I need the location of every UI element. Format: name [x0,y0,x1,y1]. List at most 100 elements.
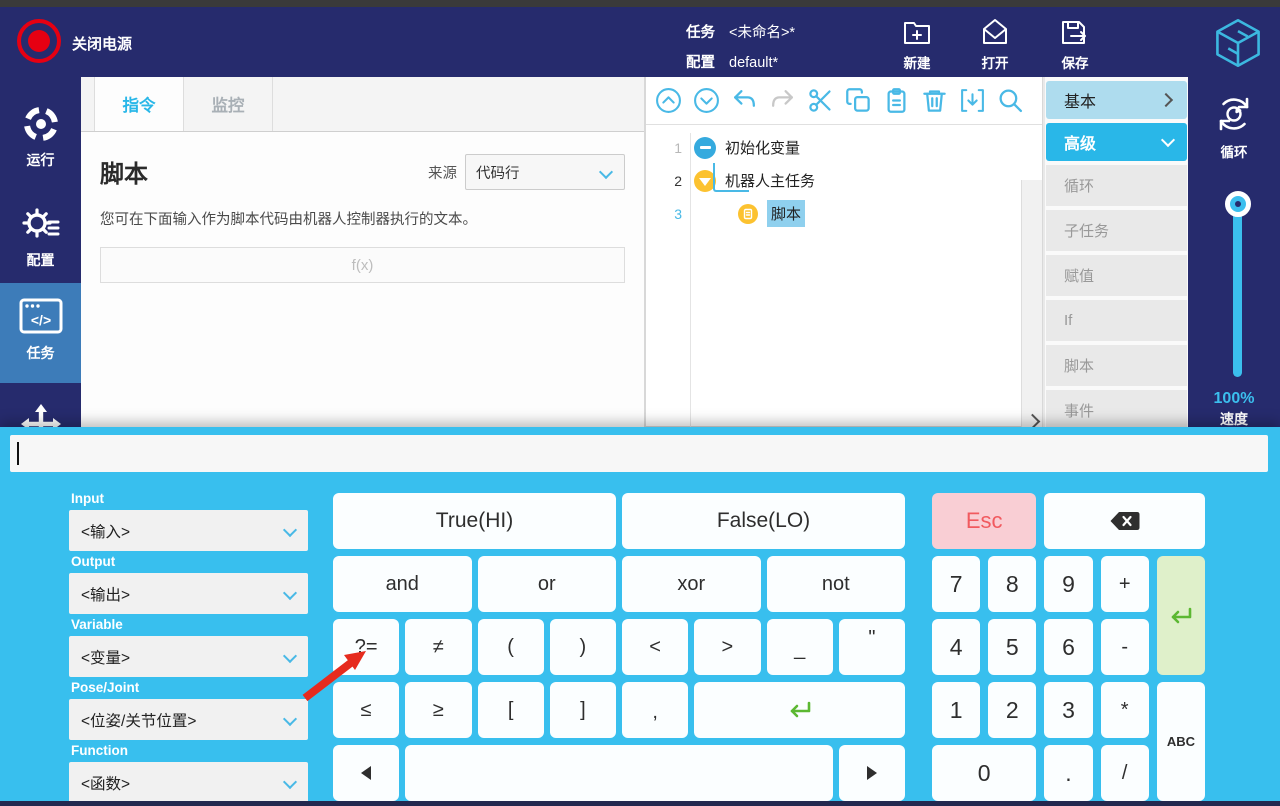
key-9[interactable]: 9 [1044,556,1093,612]
tree-row-main-task[interactable]: 2 机器人主任务 [646,166,1042,195]
key-0[interactable]: 0 [932,745,1037,801]
palette-item-script[interactable]: 脚本 [1046,345,1187,386]
sidebar-item-config[interactable]: 配置 [0,190,81,290]
key-quote[interactable]: " [838,619,905,675]
key-minus[interactable]: - [1100,619,1149,675]
function-select[interactable]: <函数> [69,762,308,803]
key-abc-mode[interactable]: ABC [1156,682,1205,801]
power-button[interactable] [17,19,61,63]
speed-slider-track[interactable] [1233,205,1242,377]
copy-button[interactable] [845,87,872,114]
palette-item-if[interactable]: If [1046,300,1187,341]
key-and[interactable]: and [333,556,472,612]
key-plus[interactable]: + [1100,556,1149,612]
palette-group-advanced[interactable]: 高级 [1046,123,1187,161]
variable-select[interactable]: <变量> [69,636,308,677]
undo-button[interactable] [731,87,758,114]
tab-command[interactable]: 指令 [94,77,184,131]
output-field-label: Output [71,554,116,569]
config-row: 配置 default* [686,51,778,72]
sidebar-item-run[interactable]: 运行 [0,90,81,190]
expression-keyboard-panel: Input <输入> Output <输出> Variable <变量> Pos… [0,427,1280,806]
key-false-lo[interactable]: False(LO) [622,493,905,549]
key-greater-than[interactable]: > [694,619,761,675]
input-select[interactable]: <输入> [69,510,308,551]
chevron-down-icon [1160,132,1176,148]
key-less-equal[interactable]: ≤ [333,682,400,738]
tab-monitor[interactable]: 监控 [184,77,273,131]
new-task-button[interactable]: 新建 [885,17,949,72]
top-strip [0,0,1280,7]
page-title: 脚本 [100,161,148,188]
key-right-paren[interactable]: ) [549,619,616,675]
key-enter[interactable] [694,682,905,738]
keyboard-numpad: Esc 7 8 9 + 4 5 6 - 1 2 3 * ABC 0 . / [932,493,1205,801]
task-value: <未命名>* [729,25,796,41]
key-cursor-right[interactable] [838,745,905,801]
pose-joint-select[interactable]: <位姿/关节位置> [69,699,308,740]
key-7[interactable]: 7 [932,556,981,612]
key-4[interactable]: 4 [932,619,981,675]
loop-toggle[interactable]: 循环 [1188,77,1280,161]
insert-button[interactable] [959,87,986,114]
open-task-button[interactable]: 打开 [963,17,1027,72]
key-cursor-left[interactable] [333,745,400,801]
key-not[interactable]: not [766,556,905,612]
palette-item-event[interactable]: 事件 [1046,390,1187,431]
key-question-equals[interactable]: ?= [333,619,400,675]
script-expression-input[interactable]: f(x) [100,247,625,283]
key-8[interactable]: 8 [988,556,1037,612]
key-space[interactable] [405,745,833,801]
cut-button[interactable] [807,87,834,114]
delete-button[interactable] [921,87,948,114]
palette-item-loop[interactable]: 循环 [1046,165,1187,206]
move-up-button[interactable] [655,87,682,114]
config-label: 配置 [686,55,715,71]
chevron-right-icon [1158,92,1174,108]
redo-button[interactable] [769,87,796,114]
speed-value: 100% [1213,390,1255,407]
palette-group-basic[interactable]: 基本 [1046,81,1187,119]
paste-button[interactable] [883,87,910,114]
expression-input[interactable] [10,435,1268,472]
tree-scrollbar[interactable] [1021,180,1042,433]
save-task-button[interactable]: 保存 [1043,17,1107,72]
key-slash[interactable]: / [1100,745,1149,801]
output-select[interactable]: <输出> [69,573,308,614]
run-icon [23,107,58,141]
source-label: 来源 [428,165,457,182]
key-not-equal[interactable]: ≠ [405,619,472,675]
code-window-icon: </> [19,298,62,334]
source-select[interactable]: 代码行 [465,154,625,190]
key-less-than[interactable]: < [622,619,689,675]
key-comma[interactable]: , [622,682,689,738]
key-or[interactable]: or [477,556,616,612]
key-2[interactable]: 2 [988,682,1037,738]
search-button[interactable] [997,87,1024,114]
palette-item-assign[interactable]: 赋值 [1046,255,1187,296]
key-1[interactable]: 1 [932,682,981,738]
key-right-bracket[interactable]: ] [549,682,616,738]
speed-slider-thumb[interactable] [1225,191,1251,217]
key-backspace[interactable] [1044,493,1205,549]
key-escape[interactable]: Esc [932,493,1037,549]
move-down-button[interactable] [693,87,720,114]
key-left-paren[interactable]: ( [477,619,544,675]
key-asterisk[interactable]: * [1100,682,1149,738]
key-left-bracket[interactable]: [ [477,682,544,738]
key-6[interactable]: 6 [1044,619,1093,675]
key-numpad-enter[interactable] [1156,556,1205,675]
sidebar-item-task[interactable]: </> 任务 [0,283,81,383]
key-true-hi[interactable]: True(HI) [333,493,616,549]
palette-item-subtask[interactable]: 子任务 [1046,210,1187,251]
left-triangle-icon [361,766,372,780]
key-underscore[interactable]: _ [766,619,833,675]
key-5[interactable]: 5 [988,619,1037,675]
operand-dropdowns: Input <输入> Output <输出> Variable <变量> Pos… [69,491,308,806]
tree-row-init-vars[interactable]: 1 初始化变量 [646,133,1042,162]
key-greater-equal[interactable]: ≥ [405,682,472,738]
key-3[interactable]: 3 [1044,682,1093,738]
key-dot[interactable]: . [1044,745,1093,801]
tree-row-script[interactable]: 3 脚本 [646,199,1042,228]
key-xor[interactable]: xor [622,556,761,612]
